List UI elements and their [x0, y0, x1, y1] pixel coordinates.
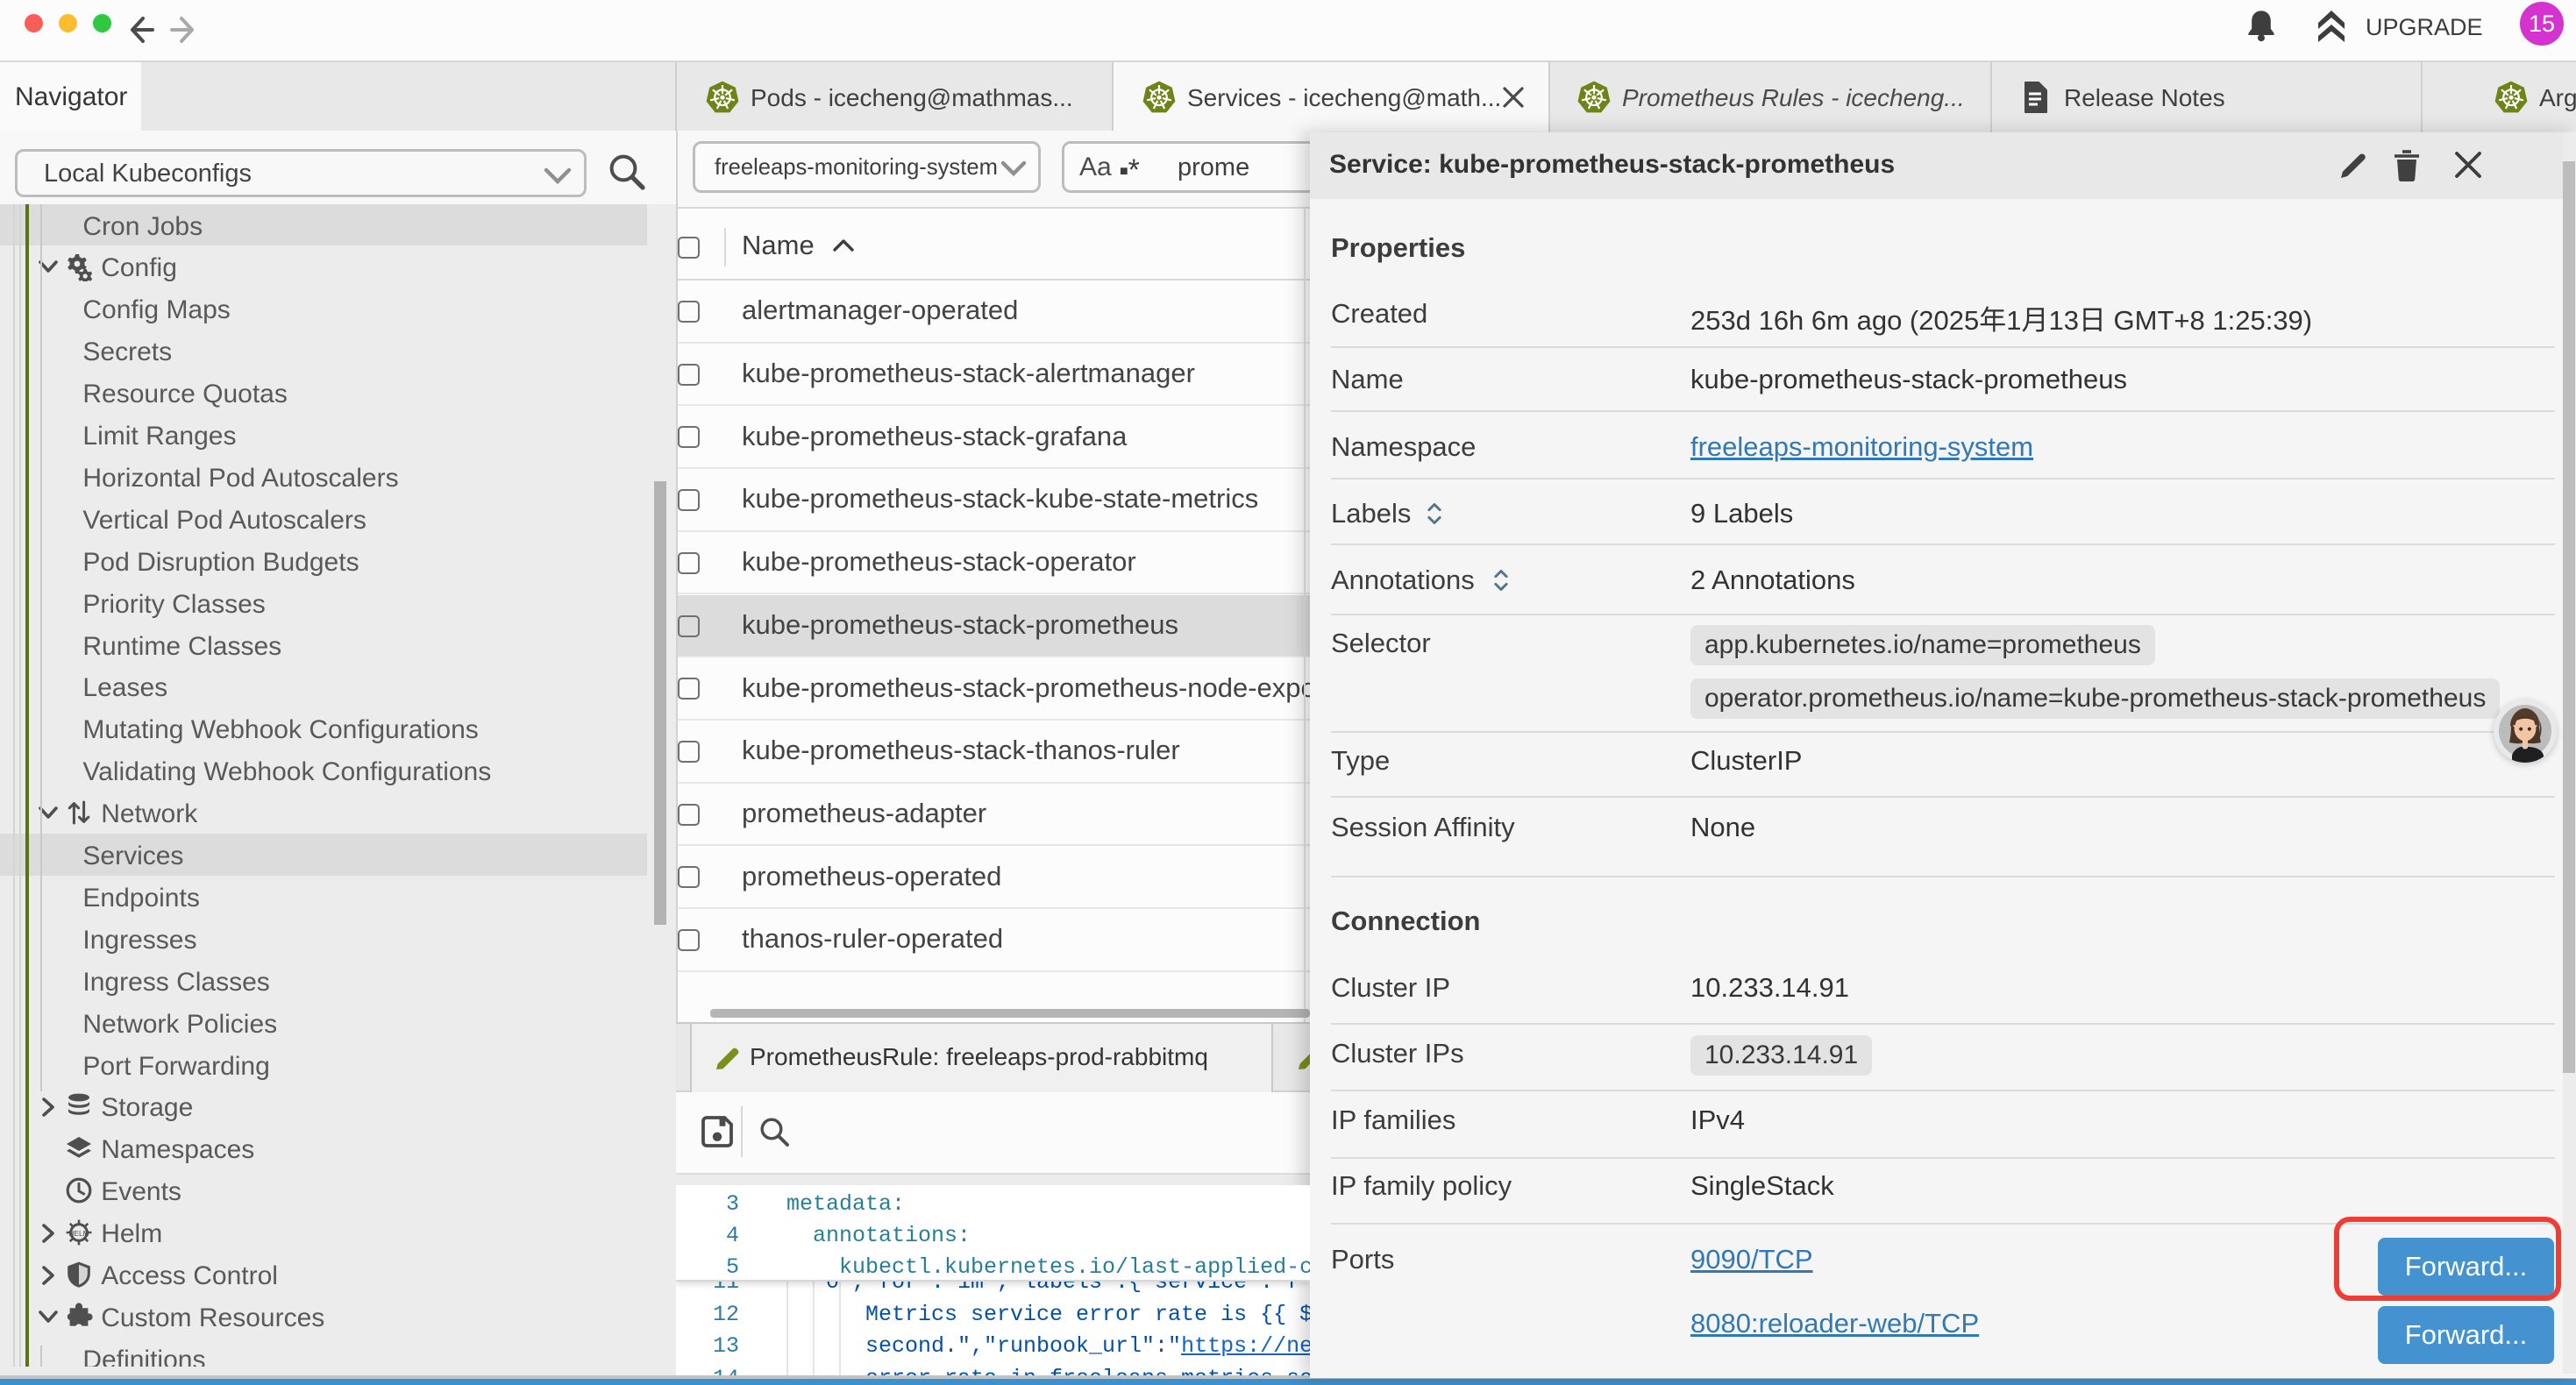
svg-text:HELM: HELM: [68, 1229, 89, 1238]
